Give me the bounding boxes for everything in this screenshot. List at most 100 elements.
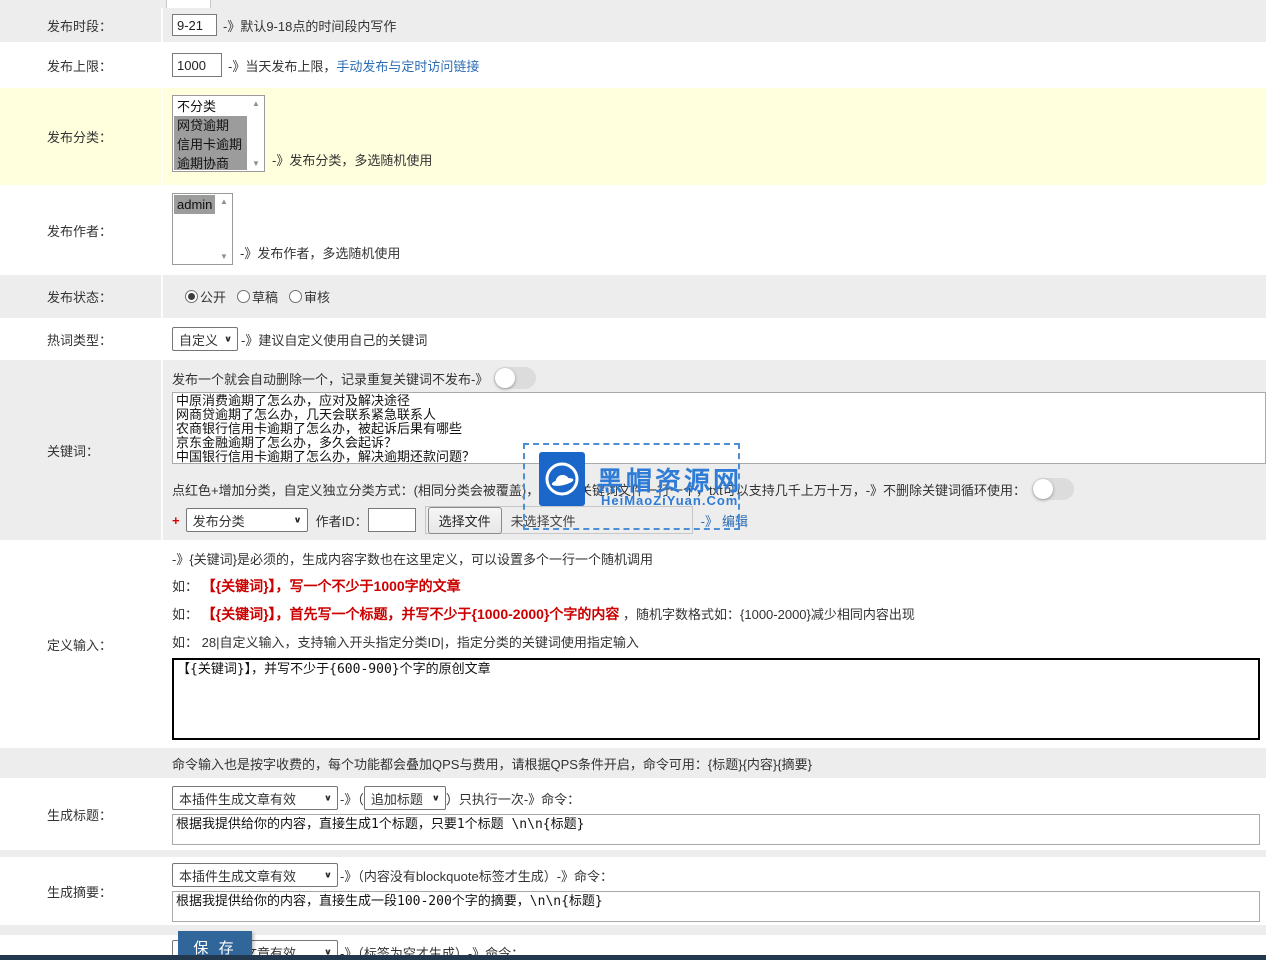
hotword-type-selected-value: 自定义 (179, 330, 218, 349)
multiselect-scrollbar: ▲ ▼ (216, 194, 232, 264)
row-gen-title: 生成标题： 本插件生成文章有效 ∨ -》（ 追加标题 ∨ ）只执行一次-》命令：… (0, 778, 1266, 850)
publish-time-hint: -》默认9-18点的时间段内写作 (223, 16, 396, 35)
qps-note-band: 命令输入也是按字收费的，每个功能都会叠加QPS与费用，请根据QPS条件开启，命令… (0, 748, 1266, 778)
publish-limit-input[interactable] (172, 53, 222, 77)
publish-limit-hint: -》当天发布上限， (228, 56, 336, 75)
row-separator (0, 850, 1266, 857)
bottom-dark-bar (0, 955, 1266, 960)
publish-category-label: 发布分类： (0, 88, 163, 185)
radio-unchecked-icon[interactable] (289, 290, 302, 303)
add-category-button[interactable]: + (172, 513, 180, 528)
publish-category-hint: -》发布分类，多选随机使用 (272, 150, 432, 169)
example-2-red: 【{关键词}】，首先写一个标题，并写不少于{1000-2000}个字的内容 (202, 606, 620, 622)
define-input-label: 定义输入： (0, 540, 163, 748)
row-define-input: 定义输入： -》{关键词}是必须的，生成内容字数也在这里定义，可以设置多个一行一… (0, 540, 1266, 748)
publish-author-multiselect[interactable]: admin ▲ ▼ (172, 193, 233, 265)
cropped-input-remnant (166, 0, 211, 8)
author-id-input[interactable] (368, 508, 416, 532)
publish-author-hint: -》发布作者，多选随机使用 (240, 243, 400, 262)
top-cropped-row (0, 0, 1266, 8)
multiselect-scrollbar: ▲ ▼ (248, 96, 264, 171)
status-radio-label: 草稿 (252, 287, 278, 306)
author-id-label: 作者ID： (316, 511, 368, 530)
radio-unchecked-icon[interactable] (237, 290, 250, 303)
row-keywords: 关键词： 发布一个就会自动删除一个，记录重复关键词不发布-》 中原消费逾期了怎么… (0, 360, 1266, 540)
publish-status-label: 发布状态： (0, 275, 163, 318)
qps-note-text: 命令输入也是按字收费的，每个功能都会叠加QPS与费用，请根据QPS条件开启，命令… (172, 754, 812, 773)
keywords-upload-note: 点红色+增加分类，自定义独立分类方式：(相同分类会被覆盖)，上传txt关键词文件… (172, 480, 1026, 499)
multiselect-option[interactable]: 逾期协商 (174, 154, 247, 170)
autodelete-toggle[interactable] (494, 367, 536, 389)
hotword-type-hint: -》建议自定义使用自己的关键词 (241, 330, 427, 349)
publish-category-multiselect[interactable]: 不分类网贷逾期信用卡逾期逾期协商 ▲ ▼ (172, 95, 265, 172)
scroll-down-icon[interactable]: ▼ (220, 252, 228, 261)
gen-title-mode-select[interactable]: 本插件生成文章有效 ∨ (172, 786, 338, 810)
file-status-text: 未选择文件 (511, 511, 576, 530)
gen-title-command-textarea[interactable]: 根据我提供给你的内容，直接生成1个标题，只要1个标题 \n\n{标题} (172, 814, 1260, 845)
chevron-down-icon: ∨ (293, 515, 301, 524)
scroll-up-icon[interactable]: ▲ (220, 197, 228, 206)
row-publish-status: 发布状态： 公开 草稿 审核 (0, 275, 1266, 318)
gen-summary-command-textarea[interactable]: 根据我提供给你的内容，直接生成一段100-200个字的摘要，\n\n{标题} (172, 891, 1260, 922)
row-publish-author: 发布作者： admin ▲ ▼ -》发布作者，多选随机使用 (0, 185, 1266, 275)
gen-summary-mid: -》（内容没有blockquote标签才生成）-》命令： (340, 866, 613, 885)
gen-summary-label: 生成摘要： (0, 857, 163, 925)
keywords-autodelete-text: 发布一个就会自动删除一个，记录重复关键词不发布-》 (172, 369, 488, 388)
choose-file-button[interactable]: 选择文件 (428, 507, 502, 534)
row-publish-limit: 发布上限： -》当天发布上限， 手动发布与定时访问链接 (0, 42, 1266, 88)
hotword-type-select[interactable]: 自定义 ∨ (172, 327, 238, 351)
upload-category-selected-value: 发布分类 (193, 511, 245, 530)
example-2-rest: ，随机字数格式如：{1000-2000}减少相同内容出现 (623, 607, 915, 622)
multiselect-option[interactable]: 信用卡逾期 (174, 135, 247, 154)
example-prefix: 如： (172, 579, 198, 594)
multiselect-option[interactable]: admin (174, 195, 215, 214)
status-radio[interactable]: 公开 (185, 287, 226, 306)
example-prefix: 如： (172, 607, 198, 622)
gen-title-rest: ）只执行一次-》命令： (446, 789, 580, 808)
row-hotword-type: 热词类型： 自定义 ∨ -》建议自定义使用自己的关键词 (0, 318, 1266, 360)
keywords-textarea[interactable]: 中原消费逾期了怎么办，应对及解决途径 网商贷逾期了怎么办，几天会联系紧急联系人 … (172, 392, 1266, 464)
chevron-down-icon: ∨ (324, 793, 332, 802)
gen-title-append-value: 追加标题 (371, 789, 423, 808)
multiselect-option[interactable]: 网贷逾期 (174, 116, 247, 135)
row-publish-time: 发布时段： -》默认9-18点的时间段内写作 (0, 8, 1266, 42)
file-input: 选择文件 未选择文件 (425, 506, 693, 534)
scroll-down-icon[interactable]: ▼ (252, 159, 260, 168)
status-radio-label: 公开 (200, 287, 226, 306)
example-prefix: 如： (172, 635, 198, 650)
define-input-note: -》{关键词}是必须的，生成内容字数也在这里定义，可以设置多个一行一个随机调用 (172, 549, 1266, 568)
chevron-down-icon: ∨ (324, 870, 332, 879)
gen-title-mode-value: 本插件生成文章有效 (179, 789, 296, 808)
multiselect-option[interactable]: 不分类 (174, 97, 247, 116)
publish-time-label: 发布时段： (0, 8, 163, 42)
manual-publish-link[interactable]: 手动发布与定时访问链接 (336, 56, 479, 75)
toggle-knob (1033, 479, 1053, 499)
status-radio-label: 审核 (304, 287, 330, 306)
edit-arrow: -》 (701, 511, 718, 530)
publish-time-input[interactable] (172, 14, 217, 36)
status-radio[interactable]: 审核 (289, 287, 330, 306)
keep-keywords-toggle[interactable] (1032, 478, 1074, 500)
example-1-red: 【{关键词}】，写一个不少于1000字的文章 (202, 578, 461, 594)
example-3: 28|自定义输入，支持输入开头指定分类ID|，指定分类的关键词使用指定输入 (202, 635, 639, 650)
edit-link[interactable]: 编辑 (722, 511, 748, 530)
gen-title-append-select[interactable]: 追加标题 ∨ (364, 786, 446, 810)
keywords-label: 关键词： (0, 360, 163, 540)
publish-limit-label: 发布上限： (0, 42, 163, 88)
row-gen-summary: 生成摘要： 本插件生成文章有效 ∨ -》（内容没有blockquote标签才生成… (0, 857, 1266, 925)
gen-title-arrow: -》（ (340, 789, 364, 808)
upload-category-select[interactable]: 发布分类 ∨ (186, 508, 308, 532)
chevron-down-icon: ∨ (432, 793, 440, 802)
scroll-up-icon[interactable]: ▲ (252, 99, 260, 108)
radio-checked-icon[interactable] (185, 290, 198, 303)
define-input-textarea[interactable]: 【{关键词}】，并写不少于{600-900}个字的原创文章 (172, 658, 1260, 740)
gen-summary-mode-select[interactable]: 本插件生成文章有效 ∨ (172, 863, 338, 887)
gen-title-label: 生成标题： (0, 778, 163, 850)
toggle-knob (495, 368, 515, 388)
hotword-type-label: 热词类型： (0, 318, 163, 360)
status-radio[interactable]: 草稿 (237, 287, 278, 306)
gen-summary-mode-value: 本插件生成文章有效 (179, 866, 296, 885)
chevron-down-icon: ∨ (224, 334, 232, 343)
publish-author-label: 发布作者： (0, 185, 163, 275)
row-publish-category: 发布分类： 不分类网贷逾期信用卡逾期逾期协商 ▲ ▼ -》发布分类，多选随机使用 (0, 88, 1266, 185)
